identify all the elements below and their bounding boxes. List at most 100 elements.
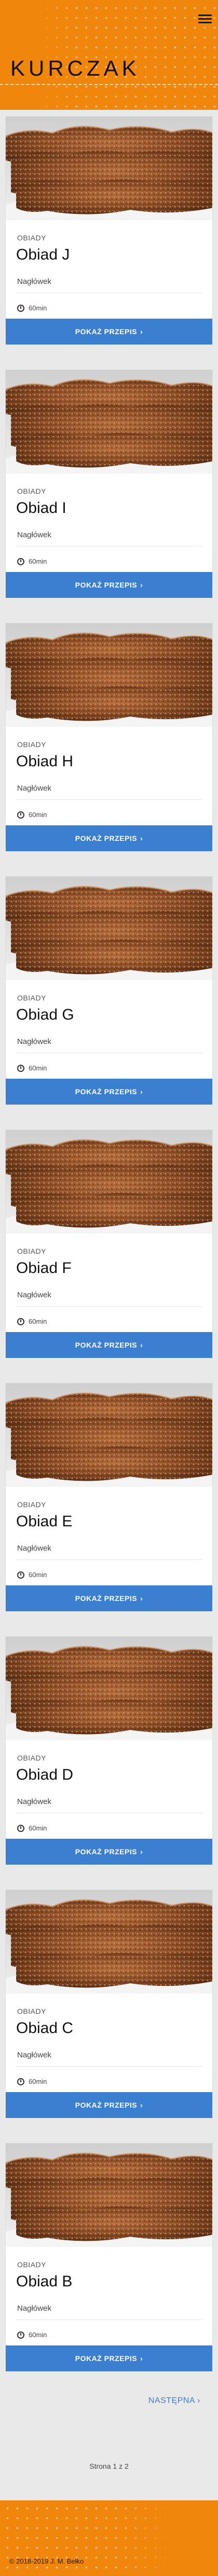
recipe-time-label: 60min bbox=[29, 557, 47, 565]
recipe-category: OBIADY bbox=[17, 1500, 46, 1509]
next-page-link[interactable]: NASTĘPNA › bbox=[148, 2396, 200, 2406]
recipe-card: OBIADY Obiad D Nagłówek 60min POKAŻ PRZE… bbox=[5, 1636, 213, 1865]
recipe-time: 60min bbox=[17, 811, 47, 819]
recipe-time: 60min bbox=[17, 1824, 47, 1832]
recipe-subtitle: Nagłówek bbox=[17, 1291, 51, 1299]
card-divider bbox=[16, 546, 202, 547]
show-recipe-label: POKAŻ PRZEPIS bbox=[75, 1341, 138, 1349]
recipe-card: OBIADY Obiad B Nagłówek 60min POKAŻ PRZE… bbox=[5, 2143, 213, 2371]
recipe-image[interactable] bbox=[6, 1637, 212, 1740]
recipe-card-body: OBIADY Obiad F Nagłówek 60min POKAŻ PRZE… bbox=[6, 1234, 212, 1358]
show-recipe-button[interactable]: POKAŻ PRZEPIS › bbox=[6, 825, 212, 851]
recipe-category: OBIADY bbox=[17, 487, 46, 495]
copyright-text: © 2018-2019 J. M. Bełko bbox=[9, 2557, 84, 2565]
recipe-image[interactable] bbox=[6, 370, 212, 474]
show-recipe-label: POKAŻ PRZEPIS bbox=[75, 834, 138, 842]
show-recipe-label: POKAŻ PRZEPIS bbox=[75, 1087, 138, 1096]
recipe-time-label: 60min bbox=[29, 2331, 47, 2339]
recipe-card: OBIADY Obiad G Nagłówek 60min POKAŻ PRZE… bbox=[5, 876, 213, 1105]
show-recipe-label: POKAŻ PRZEPIS bbox=[75, 581, 138, 589]
clock-icon bbox=[17, 1571, 24, 1579]
show-recipe-button[interactable]: POKAŻ PRZEPIS › bbox=[6, 1079, 212, 1105]
clock-icon bbox=[17, 2331, 24, 2339]
recipe-card-body: OBIADY Obiad D Nagłówek 60min POKAŻ PRZE… bbox=[6, 1740, 212, 1865]
clock-icon bbox=[17, 304, 24, 312]
recipe-image[interactable] bbox=[6, 2143, 212, 2247]
chevron-right-icon: › bbox=[140, 1087, 143, 1096]
show-recipe-label: POKAŻ PRZEPIS bbox=[75, 2101, 138, 2109]
clock-icon bbox=[17, 1318, 24, 1325]
recipe-subtitle: Nagłówek bbox=[17, 784, 51, 793]
show-recipe-button[interactable]: POKAŻ PRZEPIS › bbox=[6, 572, 212, 598]
recipe-title[interactable]: Obiad G bbox=[16, 1006, 74, 1024]
show-recipe-button[interactable]: POKAŻ PRZEPIS › bbox=[6, 1332, 212, 1358]
recipe-time: 60min bbox=[17, 1064, 47, 1072]
card-divider bbox=[16, 799, 202, 800]
show-recipe-label: POKAŻ PRZEPIS bbox=[75, 327, 138, 336]
recipe-time-label: 60min bbox=[29, 1571, 47, 1579]
recipe-card-body: OBIADY Obiad C Nagłówek 60min POKAŻ PRZE… bbox=[6, 1994, 212, 2118]
recipe-time-label: 60min bbox=[29, 304, 47, 312]
recipe-time: 60min bbox=[17, 1318, 47, 1325]
recipe-subtitle: Nagłówek bbox=[17, 1797, 51, 1806]
recipe-time: 60min bbox=[17, 304, 47, 312]
clock-icon bbox=[17, 1824, 24, 1832]
chevron-right-icon: › bbox=[140, 327, 143, 336]
chevron-right-icon: › bbox=[140, 1594, 143, 1602]
recipe-time: 60min bbox=[17, 1571, 47, 1579]
recipe-time: 60min bbox=[17, 2078, 47, 2085]
recipe-image[interactable] bbox=[6, 1383, 212, 1487]
recipe-subtitle: Nagłówek bbox=[17, 1544, 51, 1553]
show-recipe-button[interactable]: POKAŻ PRZEPIS › bbox=[6, 319, 212, 345]
show-recipe-button[interactable]: POKAŻ PRZEPIS › bbox=[6, 1839, 212, 1865]
recipe-category: OBIADY bbox=[17, 234, 46, 242]
clock-icon bbox=[17, 811, 24, 819]
show-recipe-button[interactable]: POKAŻ PRZEPIS › bbox=[6, 2092, 212, 2118]
recipe-card: OBIADY Obiad J Nagłówek 60min POKAŻ PRZE… bbox=[5, 116, 213, 345]
chevron-right-icon: › bbox=[140, 834, 143, 842]
recipe-title[interactable]: Obiad D bbox=[16, 1766, 73, 1784]
chevron-right-icon: › bbox=[140, 581, 143, 589]
page-indicator: Strona 1 z 2 bbox=[89, 2462, 129, 2470]
recipe-title[interactable]: Obiad J bbox=[16, 246, 70, 264]
recipe-card: OBIADY Obiad E Nagłówek 60min POKAŻ PRZE… bbox=[5, 1383, 213, 1611]
site-header: KURCZAK bbox=[0, 0, 218, 110]
recipe-title[interactable]: Obiad E bbox=[16, 1513, 72, 1530]
chevron-right-icon: › bbox=[140, 2354, 143, 2363]
chevron-right-icon: › bbox=[197, 2396, 200, 2405]
hamburger-menu-icon[interactable] bbox=[197, 12, 213, 24]
recipe-subtitle: Nagłówek bbox=[17, 2051, 51, 2059]
recipe-title[interactable]: Obiad I bbox=[16, 499, 66, 517]
chevron-right-icon: › bbox=[140, 1848, 143, 1856]
recipe-category: OBIADY bbox=[17, 2007, 46, 2015]
show-recipe-label: POKAŻ PRZEPIS bbox=[75, 1594, 138, 1602]
recipe-subtitle: Nagłówek bbox=[17, 2304, 51, 2313]
recipe-subtitle: Nagłówek bbox=[17, 1037, 51, 1046]
recipe-title[interactable]: Obiad F bbox=[16, 1260, 72, 1277]
card-divider bbox=[16, 1559, 202, 1560]
recipe-subtitle: Nagłówek bbox=[17, 531, 51, 539]
chevron-right-icon: › bbox=[140, 2101, 143, 2109]
recipe-category: OBIADY bbox=[17, 740, 46, 749]
recipe-title[interactable]: Obiad H bbox=[16, 753, 73, 770]
show-recipe-button[interactable]: POKAŻ PRZEPIS › bbox=[6, 2345, 212, 2371]
recipe-time-label: 60min bbox=[29, 1064, 47, 1072]
recipe-category: OBIADY bbox=[17, 994, 46, 1002]
recipe-title[interactable]: Obiad B bbox=[16, 2273, 72, 2291]
recipe-image[interactable] bbox=[6, 117, 212, 220]
recipe-image[interactable] bbox=[6, 1130, 212, 1234]
recipe-time: 60min bbox=[17, 557, 47, 565]
recipe-card-body: OBIADY Obiad E Nagłówek 60min POKAŻ PRZE… bbox=[6, 1487, 212, 1611]
recipe-title[interactable]: Obiad C bbox=[16, 2020, 73, 2037]
chevron-right-icon: › bbox=[140, 1341, 143, 1349]
show-recipe-button[interactable]: POKAŻ PRZEPIS › bbox=[6, 1585, 212, 1611]
recipe-image[interactable] bbox=[6, 877, 212, 980]
recipe-subtitle: Nagłówek bbox=[17, 277, 51, 286]
header-dot-pattern bbox=[0, 0, 218, 110]
recipe-image[interactable] bbox=[6, 623, 212, 727]
recipe-time-label: 60min bbox=[29, 811, 47, 819]
recipe-card: OBIADY Obiad F Nagłówek 60min POKAŻ PRZE… bbox=[5, 1129, 213, 1358]
site-footer: © 2018-2019 J. M. Bełko bbox=[0, 2500, 218, 2576]
recipe-image[interactable] bbox=[6, 1890, 212, 1994]
page-title: KURCZAK bbox=[10, 56, 140, 80]
